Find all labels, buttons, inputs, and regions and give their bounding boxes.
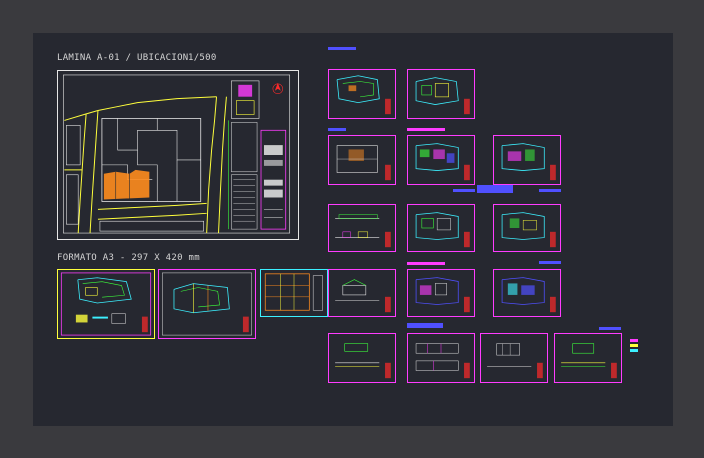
legend-swatch-1 (630, 339, 638, 342)
plan-sheet-r4c3[interactable] (493, 269, 561, 317)
elevation-sheet-r4c1[interactable] (328, 269, 396, 317)
a3-sheet-1[interactable] (57, 269, 155, 339)
plan-sheet-r3c2[interactable] (407, 204, 475, 252)
a3-sheet-2-drawing (162, 272, 252, 336)
sheet-label-r1 (328, 47, 356, 50)
plan-sheet-r2c3[interactable] (493, 135, 561, 185)
section-sheet-r5c1-drawing (335, 343, 391, 379)
section-sheet-r5c4[interactable] (554, 333, 622, 383)
elevation-sheet-r3c1-drawing (335, 214, 391, 248)
plan-sheet-r4c2-drawing (415, 277, 470, 313)
location-plan-drawing (63, 74, 291, 234)
sheet-label-r4a (407, 262, 445, 265)
section-sheet-r5c1[interactable] (328, 333, 396, 383)
location-plan-sheet[interactable] (57, 70, 299, 240)
plan-sheet-r2c1-drawing (336, 145, 391, 181)
drawing-canvas[interactable]: LAMINA A-01 / UBICACION 1/500 FORMATO A3… (33, 33, 673, 426)
plan-sheet-r4c2[interactable] (407, 269, 475, 317)
plan-sheet-r2c3-drawing (501, 143, 556, 181)
sheet-label-r5b (599, 327, 621, 330)
section-sheet-r5c2[interactable] (407, 333, 475, 383)
plan-sheet-r2c2-drawing (415, 143, 470, 181)
plan-sheet-r3c2-drawing (415, 212, 470, 248)
sheet-label-r3b (477, 185, 513, 193)
legend-swatch-3 (630, 349, 638, 352)
plan-sheet-r4c3-drawing (501, 277, 556, 313)
section-sheet-r5c3[interactable] (480, 333, 548, 383)
plan-sheet-r3c3-drawing (501, 212, 556, 248)
elevation-sheet-r3c1[interactable] (328, 204, 396, 252)
sheet-label-r5a (407, 323, 443, 328)
plan-sheet-r1c2[interactable] (407, 69, 475, 119)
plan-sheet-r2c2[interactable] (407, 135, 475, 185)
a3-sheet-1-drawing (60, 272, 152, 336)
sheet-label-r2b (407, 128, 445, 131)
section-sheet-r5c2-drawing (415, 343, 470, 379)
sheet-label-r3c (539, 189, 561, 192)
a3-sheet-2[interactable] (158, 269, 256, 339)
a3-sheet-3[interactable] (260, 269, 328, 317)
section-sheet-r5c4-drawing (561, 343, 617, 379)
north-arrow-icon (272, 82, 284, 95)
elevation-sheet-r4c1-drawing (335, 279, 391, 313)
plan-sheet-r3c3[interactable] (493, 204, 561, 252)
sheet-title: LAMINA A-01 / UBICACION (57, 53, 189, 63)
a3-sheet-3-drawing (264, 273, 323, 311)
plan-sheet-r1c2-drawing (415, 77, 470, 115)
section-sheet-r5c3-drawing (487, 343, 543, 379)
legend-swatch-2 (630, 344, 638, 347)
format-title: FORMATO A3 - 297 X 420 mm (57, 253, 200, 263)
sheet-label-r3a (453, 189, 475, 192)
sheet-label-r2a (328, 128, 346, 131)
plan-sheet-r1c1-drawing (336, 75, 391, 115)
plan-sheet-r1c1[interactable] (328, 69, 396, 119)
plan-sheet-r2c1[interactable] (328, 135, 396, 185)
sheet-scale: 1/500 (188, 53, 217, 63)
title-block-icon (260, 129, 287, 230)
sheet-label-r4b (539, 261, 561, 264)
